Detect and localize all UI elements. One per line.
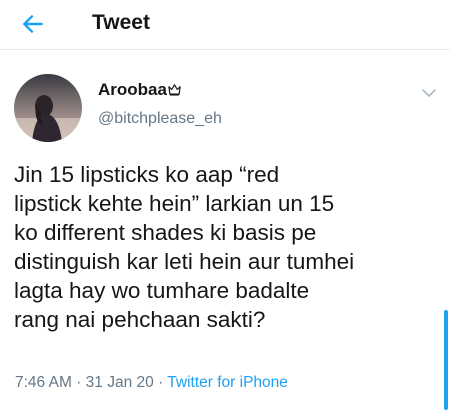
author-handle[interactable]: @bitchplease_eh — [98, 110, 222, 128]
meta-separator: · — [76, 374, 82, 391]
tweet-meta: 7:46 AM · 31 Jan 20 · Twitter for iPhone — [15, 374, 288, 392]
author-name[interactable]: Aroobaa — [98, 80, 181, 100]
tweet-date[interactable]: 31 Jan 20 — [86, 374, 154, 391]
scrollbar[interactable] — [444, 310, 448, 410]
meta-separator: · — [158, 374, 164, 391]
arrow-left-icon[interactable] — [20, 11, 46, 37]
tweet-text-line: Jin 15 lipsticks ko aap “red — [14, 162, 280, 187]
tweet-text-line: rang nai pehchaan sakti? — [14, 307, 266, 332]
avatar[interactable] — [14, 74, 82, 142]
tweet-text-line: ko different shades ki basis pe — [14, 220, 317, 245]
tweet-text-line: lipstick kehte hein” larkian un 15 — [14, 191, 335, 216]
crown-icon — [168, 84, 181, 96]
tweet-text-line: distinguish kar leti hein aur tumhei — [14, 249, 355, 274]
tweet-source-link[interactable]: Twitter for iPhone — [167, 374, 288, 391]
page-title: Tweet — [92, 11, 150, 34]
chevron-down-icon[interactable] — [420, 84, 438, 102]
tweet-text-line: lagta hay wo tumhare badalte — [14, 278, 310, 303]
tweet-time[interactable]: 7:46 AM — [15, 374, 72, 391]
tweet-text: Jin 15 lipsticks ko aap “red lipstick ke… — [14, 160, 439, 334]
top-bar: Tweet — [0, 0, 450, 50]
